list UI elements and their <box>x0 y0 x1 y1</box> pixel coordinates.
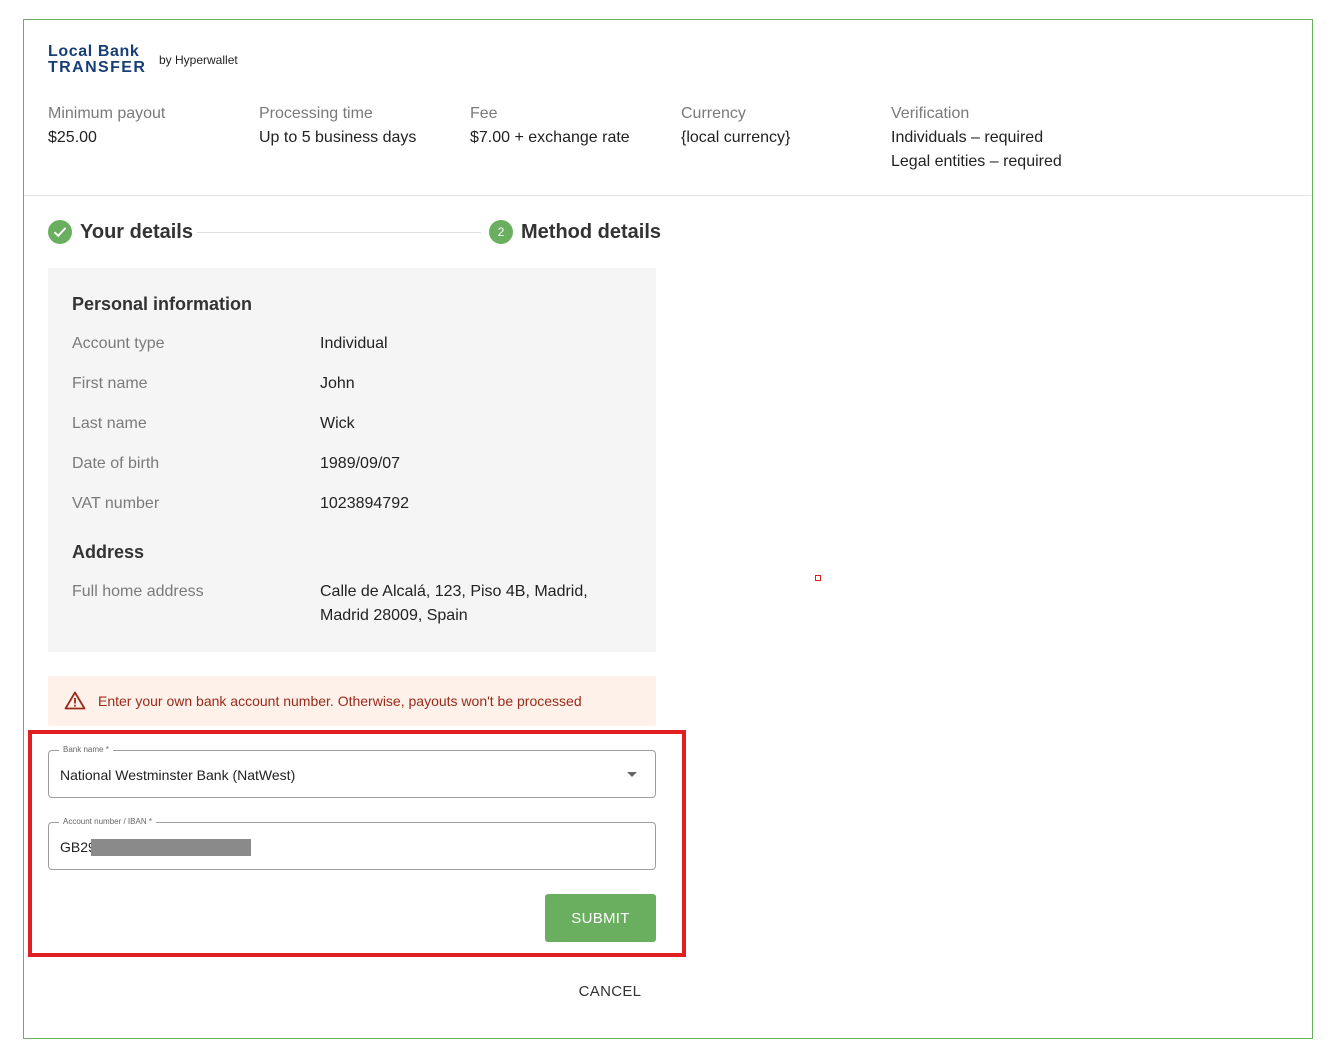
vat-number-label: VAT number <box>72 495 160 512</box>
info-processing-time: Processing time Up to 5 business days <box>259 102 416 150</box>
stepper-connector <box>197 232 481 233</box>
step-method-details: Method details <box>521 221 662 243</box>
full-home-address-label: Full home address <box>72 583 204 600</box>
info-value: {local currency} <box>681 129 791 146</box>
account-number-iban-field[interactable]: Account number / IBAN * GB29 <box>48 816 656 870</box>
payout-method-card: Local Bank TRANSFER by Hyperwallet Minim… <box>23 19 1313 1039</box>
info-label: Fee <box>470 105 498 122</box>
address-heading: Address <box>72 542 145 562</box>
submit-button[interactable]: SUBMIT <box>545 894 656 942</box>
redacted-account-number <box>91 839 251 856</box>
bank-name-label: Bank name * <box>59 744 113 756</box>
full-home-address-line-2: Madrid 28009, Spain <box>320 607 468 624</box>
account-type-label: Account type <box>72 335 165 352</box>
date-of-birth-label: Date of birth <box>72 455 160 472</box>
logo-line-2: TRANSFER <box>48 59 147 76</box>
step-2-number-icon: 2 <box>489 220 513 244</box>
account-type-value: Individual <box>320 335 388 352</box>
info-verification: Verification Individuals – required Lega… <box>891 102 1062 174</box>
bank-name-select[interactable]: Bank name * National Westminster Bank (N… <box>48 744 656 798</box>
warning-text: Enter your own bank account number. Othe… <box>98 693 582 709</box>
date-of-birth-value: 1989/09/07 <box>320 455 401 472</box>
header-divider <box>24 195 1312 196</box>
info-currency: Currency {local currency} <box>681 102 790 150</box>
personal-information-heading: Personal information <box>72 294 253 314</box>
info-label: Processing time <box>259 105 373 122</box>
info-value: $25.00 <box>48 129 97 146</box>
warning-triangle-icon <box>64 691 86 710</box>
account-number-label: Account number / IBAN * <box>59 816 156 828</box>
by-hyperwallet-label: by Hyperwallet <box>159 53 238 67</box>
info-label: Verification <box>891 105 970 122</box>
info-label: Minimum payout <box>48 105 166 122</box>
logo-line-1: Local Bank <box>48 43 140 60</box>
info-value: Individuals – required <box>891 129 1044 146</box>
first-name-value: John <box>320 375 355 392</box>
dropdown-caret-icon <box>627 772 637 777</box>
warning-banner: Enter your own bank account number. Othe… <box>48 676 656 726</box>
first-name-label: First name <box>72 375 148 392</box>
annotation-marker <box>815 575 821 581</box>
personal-information-panel: Personal information Account type Indivi… <box>48 268 656 652</box>
info-minimum-payout: Minimum payout $25.00 <box>48 102 165 150</box>
info-value-secondary: Legal entities – required <box>891 153 1062 170</box>
bank-name-value: National Westminster Bank (NatWest) <box>60 767 296 783</box>
check-icon <box>48 220 72 244</box>
full-home-address-line-1: Calle de Alcalá, 123, Piso 4B, Madrid, <box>320 583 588 600</box>
local-bank-transfer-logo: Local Bank TRANSFER <box>48 44 146 76</box>
vat-number-value: 1023894792 <box>320 495 409 512</box>
step-your-details[interactable]: Your details <box>80 220 193 244</box>
last-name-label: Last name <box>72 415 147 432</box>
cancel-button[interactable]: CANCEL <box>564 975 656 1007</box>
info-value: Up to 5 business days <box>259 129 417 146</box>
last-name-value: Wick <box>320 415 355 432</box>
info-fee: Fee $7.00 + exchange rate <box>470 102 630 150</box>
info-label: Currency <box>681 105 746 122</box>
info-value: $7.00 + exchange rate <box>470 129 630 146</box>
